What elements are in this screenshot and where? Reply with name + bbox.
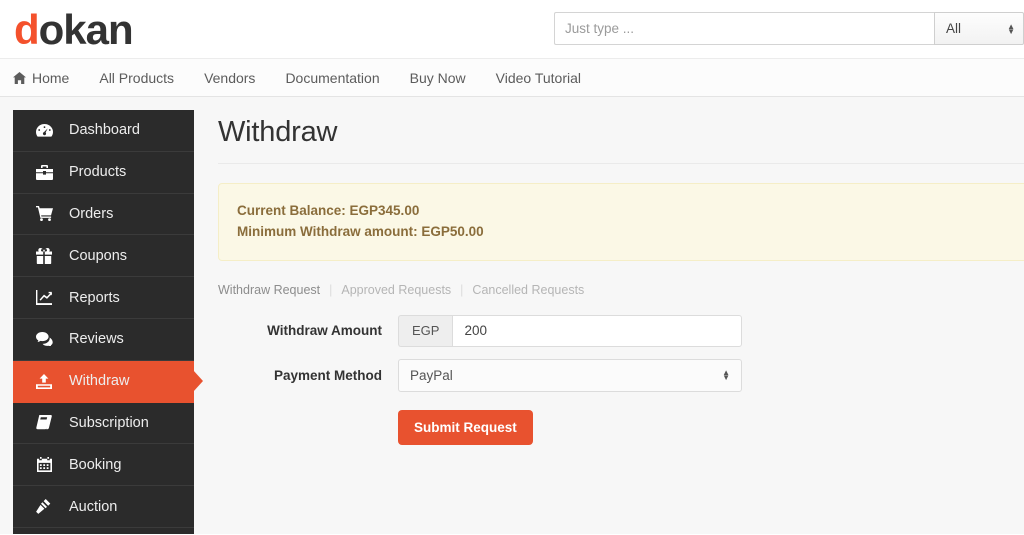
search-scope-select[interactable]: All ▲ ▼ xyxy=(934,12,1024,45)
currency-addon: EGP xyxy=(398,314,453,347)
sidebar-item-label: Subscription xyxy=(69,414,149,431)
sidebar-item-label: Coupons xyxy=(69,247,128,264)
logo-rest: okan xyxy=(38,6,134,53)
sidebar-item-products[interactable]: Products xyxy=(13,152,194,194)
withdraw-amount-input[interactable] xyxy=(452,314,742,347)
main-content: Withdraw Current Balance: EGP345.00 Mini… xyxy=(194,97,1024,534)
calendar-icon xyxy=(33,457,55,473)
updown-chevron-icon: ▲ ▼ xyxy=(1007,21,1015,36)
sidebar-item-coupons[interactable]: Coupons xyxy=(13,235,194,278)
sidebar-item-reviews[interactable]: Reviews xyxy=(13,319,194,361)
page-body: Dashboard Products Orders Coupons Report… xyxy=(0,97,1024,534)
comments-icon xyxy=(33,332,55,347)
sidebar-item-label: Orders xyxy=(69,205,114,222)
subnav-withdraw-request[interactable]: Withdraw Request xyxy=(218,283,329,297)
sidebar-item-label: Auction xyxy=(69,498,118,515)
sidebar-item-label: Booking xyxy=(69,456,122,473)
withdraw-request-form: Withdraw Amount EGP Payment Method PayPa… xyxy=(218,314,1024,445)
sidebar-item-label: Products xyxy=(69,164,127,181)
cart-icon xyxy=(33,206,55,222)
nav-item-video-tutorial[interactable]: Video Tutorial xyxy=(496,70,598,86)
payment-method-select[interactable]: PayPal ▲ ▼ xyxy=(398,358,742,392)
dokan-vendor-dashboard-page: dokan All ▲▼ Home All Products Vendors D… xyxy=(0,0,1024,535)
withdraw-amount-row: Withdraw Amount EGP xyxy=(218,314,1024,347)
nav-item-all-products[interactable]: All Products xyxy=(99,70,191,86)
nav-label: Documentation xyxy=(285,69,380,86)
updown-chevron-icon: ▲ ▼ xyxy=(722,368,730,383)
logo-first-letter: d xyxy=(14,6,40,53)
vendor-sidebar: Dashboard Products Orders Coupons Report… xyxy=(13,110,194,534)
home-icon xyxy=(13,71,26,84)
sidebar-item-label: Reports xyxy=(69,289,120,306)
nav-item-buy-now[interactable]: Buy Now xyxy=(410,70,483,86)
primary-nav: Home All Products Vendors Documentation … xyxy=(0,58,1024,97)
gift-icon xyxy=(33,247,55,264)
sidebar-item-reports[interactable]: Reports xyxy=(13,277,194,319)
nav-label: All Products xyxy=(99,69,175,86)
nav-item-vendors[interactable]: Vendors xyxy=(204,70,272,86)
nav-item-home[interactable]: Home xyxy=(13,70,86,86)
site-search: All ▲▼ xyxy=(554,12,1024,45)
payment-method-row: Payment Method PayPal ▲ ▼ xyxy=(218,358,1024,392)
withdraw-amount-input-group: EGP xyxy=(398,314,742,347)
balance-notice: Current Balance: EGP345.00 Minimum Withd… xyxy=(218,183,1024,261)
gavel-icon xyxy=(33,499,55,514)
withdraw-subnav: Withdraw Request | Approved Requests | C… xyxy=(218,283,1024,297)
sidebar-item-label: Withdraw xyxy=(69,373,130,390)
sidebar-item-dashboard[interactable]: Dashboard xyxy=(13,110,194,152)
submit-request-button[interactable]: Submit Request xyxy=(398,409,533,445)
minimum-withdraw-text: Minimum Withdraw amount: EGP50.00 xyxy=(237,223,484,239)
nav-label: Buy Now xyxy=(409,69,466,86)
sidebar-item-label: Reviews xyxy=(69,331,124,348)
search-scope-value: All xyxy=(946,21,962,36)
sidebar-item-orders[interactable]: Orders xyxy=(13,194,194,236)
nav-label: Home xyxy=(32,69,70,86)
sidebar-item-subscription[interactable]: Subscription xyxy=(13,403,194,445)
dashboard-icon xyxy=(33,123,55,138)
submit-spacer xyxy=(218,410,398,445)
nav-label: Vendors xyxy=(204,69,256,86)
book-icon xyxy=(33,415,55,430)
payment-method-label: Payment Method xyxy=(273,367,382,383)
line-chart-icon xyxy=(33,290,55,306)
briefcase-icon xyxy=(33,164,55,180)
sidebar-item-withdraw[interactable]: Withdraw xyxy=(13,360,194,403)
site-logo[interactable]: dokan xyxy=(14,6,134,53)
search-input[interactable] xyxy=(554,12,934,45)
sidebar-item-booking[interactable]: Booking xyxy=(13,444,194,487)
withdraw-amount-label: Withdraw Amount xyxy=(267,323,382,339)
sidebar-item-auction[interactable]: Auction xyxy=(13,486,194,528)
nav-label: Video Tutorial xyxy=(495,69,581,86)
payment-method-value: PayPal xyxy=(410,367,453,383)
subnav-approved-requests[interactable]: Approved Requests xyxy=(332,283,460,297)
current-balance-text: Current Balance: EGP345.00 xyxy=(237,203,420,218)
site-masthead: dokan All ▲▼ xyxy=(0,0,1024,58)
submit-row: Submit Request xyxy=(218,409,1024,445)
upload-icon xyxy=(33,373,55,389)
nav-item-documentation[interactable]: Documentation xyxy=(285,70,396,86)
sidebar-item-label: Dashboard xyxy=(69,122,140,139)
subnav-cancelled-requests[interactable]: Cancelled Requests xyxy=(463,283,593,297)
page-title: Withdraw xyxy=(218,116,1024,164)
